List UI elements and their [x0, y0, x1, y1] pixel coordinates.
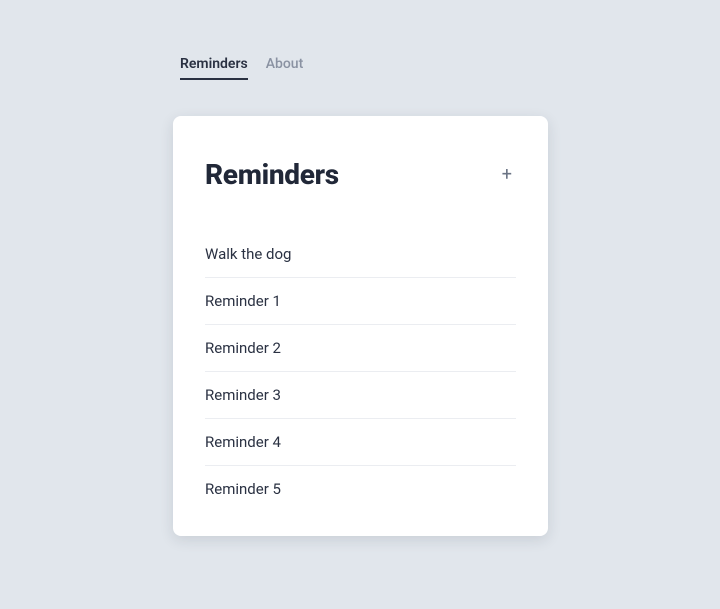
nav-tab-reminders[interactable]: Reminders — [180, 56, 248, 80]
reminders-card: Reminders + Walk the dog Reminder 1 Remi… — [173, 116, 548, 536]
app-container: Reminders About Reminders + Walk the dog… — [0, 0, 720, 536]
top-nav: Reminders About — [180, 56, 720, 80]
list-item[interactable]: Reminder 4 — [205, 419, 516, 466]
list-item[interactable]: Reminder 5 — [205, 466, 516, 512]
plus-icon[interactable]: + — [498, 162, 516, 188]
list-item[interactable]: Walk the dog — [205, 231, 516, 278]
list-item[interactable]: Reminder 1 — [205, 278, 516, 325]
list-item[interactable]: Reminder 3 — [205, 372, 516, 419]
page-title: Reminders — [205, 158, 339, 191]
reminders-list: Walk the dog Reminder 1 Reminder 2 Remin… — [205, 231, 516, 512]
nav-tab-about[interactable]: About — [266, 56, 304, 80]
card-header: Reminders + — [205, 158, 516, 191]
list-item[interactable]: Reminder 2 — [205, 325, 516, 372]
